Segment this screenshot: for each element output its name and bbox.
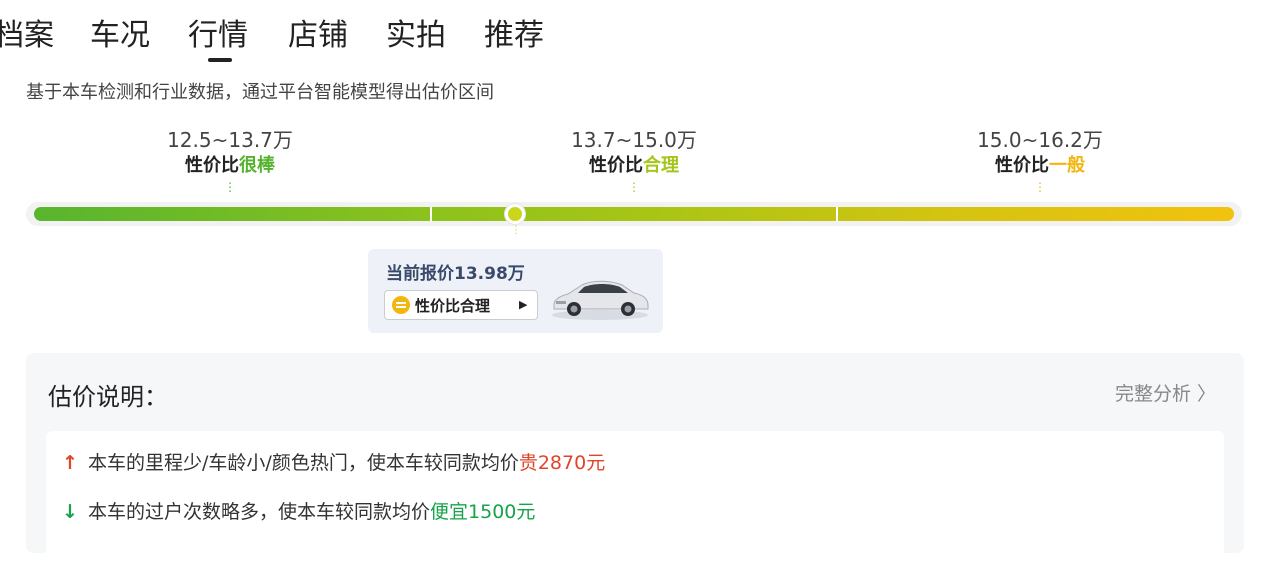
equals-circle-icon (392, 296, 410, 314)
segment-divider (836, 207, 838, 221)
marker-connector-dots: ⋮ (511, 225, 521, 236)
price-range-fair: 13.7~15.0万 性价比合理 ⋮ (504, 127, 764, 193)
reason-item-down: ↓ 本车的过户次数略多，使本车较同款均价便宜1500元 (62, 498, 535, 526)
reason-effect: 贵2870元 (518, 452, 606, 474)
price-gradient-bar (34, 207, 1234, 221)
reason-item-up: ↑ 本车的里程少/车龄小/颜色热门，使本车较同款均价贵2870元 (62, 449, 605, 477)
range-value: 13.7~15.0万 (571, 128, 697, 152)
explanation-title: 估价说明： (48, 383, 168, 411)
range-dots: ⋮ (628, 180, 640, 194)
current-price-text: 当前报价13.98万 (386, 264, 525, 284)
full-analysis-link[interactable]: 完整分析〉 (1115, 379, 1216, 406)
range-value: 12.5~13.7万 (167, 128, 293, 152)
reason-middle: ，使本车较同款均价 (347, 452, 519, 474)
arrow-down-icon: ↓ (62, 501, 78, 523)
current-price-card: 当前报价13.98万 性价比合理 ▶ (368, 249, 663, 333)
range-label-prefix: 性价比 (589, 155, 643, 176)
chevron-right-icon: 〉 (1196, 383, 1216, 405)
full-analysis-label: 完整分析 (1114, 383, 1191, 405)
active-tab-indicator (208, 58, 232, 62)
reason-prefix: 本车的 (88, 501, 146, 523)
reason-prefix: 本车的 (88, 452, 146, 474)
price-range-average: 15.0~16.2万 性价比一般 ⋮ (910, 127, 1170, 193)
reason-factors: 里程少/车龄小/颜色热门 (145, 452, 348, 474)
tab-photos[interactable]: 实拍 (386, 14, 446, 58)
range-label-prefix: 性价比 (185, 155, 239, 176)
range-label: 性价比合理 (504, 153, 764, 179)
segment-divider (430, 207, 432, 221)
range-dots: ⋮ (1034, 180, 1046, 194)
arrow-up-icon: ↑ (62, 452, 78, 474)
reason-factors: 过户次数略多 (145, 501, 260, 523)
value-rating-button[interactable]: 性价比合理 ▶ (384, 290, 538, 320)
range-label-prefix: 性价比 (995, 155, 1049, 176)
range-label: 性价比一般 (910, 153, 1170, 179)
price-range-bar (26, 202, 1242, 226)
value-rating-label: 性价比合理 (415, 297, 491, 315)
range-dots: ⋮ (224, 180, 236, 194)
range-label-grade: 合理 (643, 155, 679, 176)
play-arrow-icon: ▶ (519, 298, 528, 311)
valuation-explanation-panel: 估价说明： 完整分析〉 ↑ 本车的里程少/车龄小/颜色热门，使本车较同款均价贵28… (26, 353, 1244, 571)
tab-condition[interactable]: 车况 (90, 14, 150, 58)
tab-store[interactable]: 店铺 (288, 14, 348, 58)
current-price-marker (505, 204, 525, 224)
range-value: 15.0~16.2万 (977, 128, 1103, 152)
sedan-car-icon (552, 280, 649, 320)
price-range-good: 12.5~13.7万 性价比很棒 ⋮ (100, 127, 360, 193)
tab-recommend[interactable]: 推荐 (484, 14, 544, 58)
tab-market[interactable]: 行情 (188, 14, 248, 58)
range-label-grade: 一般 (1049, 155, 1085, 176)
reason-effect: 便宜1500元 (430, 501, 536, 523)
reasons-list: ↑ 本车的里程少/车龄小/颜色热门，使本车较同款均价贵2870元 ↓ 本车的过户次数… (46, 431, 1224, 571)
range-label: 性价比很棒 (100, 153, 360, 179)
valuation-subtitle: 基于本车检测和行业数据，通过平台智能模型得出估价区间 (26, 82, 494, 103)
tab-archive[interactable]: 档案 (0, 14, 54, 58)
range-label-grade: 很棒 (239, 155, 275, 176)
reason-middle: ，使本车较同款均价 (259, 501, 431, 523)
